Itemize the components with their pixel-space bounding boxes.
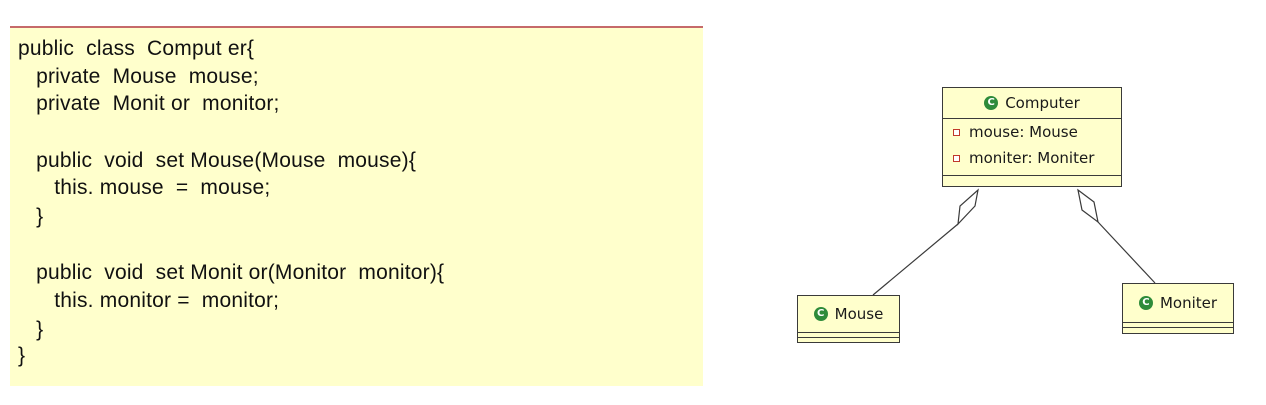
field-label: moniter: Moniter — [969, 149, 1095, 167]
class-icon: C — [984, 96, 999, 110]
class-divider — [943, 175, 1121, 176]
class-computer-name: Computer — [1005, 94, 1080, 112]
field-label: mouse: Mouse — [969, 123, 1078, 141]
aggregation-diamond-mouse — [957, 188, 979, 226]
class-icon: C — [1138, 296, 1153, 310]
private-field-icon — [953, 128, 960, 136]
uml-connectors — [872, 188, 1156, 296]
field-mouse: mouse: Mouse — [943, 119, 1121, 145]
class-icon: C — [813, 307, 828, 321]
field-moniter: moniter: Moniter — [943, 145, 1121, 171]
class-divider — [1123, 322, 1233, 323]
class-mouse-header: C Mouse — [798, 296, 899, 332]
class-moniter[interactable]: C Moniter — [1122, 283, 1234, 334]
class-moniter-header: C Moniter — [1123, 284, 1233, 322]
class-divider — [798, 332, 899, 333]
aggregation-diamond-moniter — [1077, 188, 1099, 224]
class-computer-header: C Computer — [943, 88, 1121, 118]
private-field-icon — [953, 154, 960, 162]
aggregation-line-moniter — [1097, 221, 1156, 284]
class-mouse-name: Mouse — [834, 305, 884, 323]
class-divider — [798, 337, 899, 338]
class-mouse[interactable]: C Mouse — [797, 295, 900, 343]
aggregation-line-mouse — [872, 223, 959, 296]
class-moniter-name: Moniter — [1159, 294, 1218, 312]
class-computer[interactable]: C Computer mouse: Mouse moniter: Moniter — [942, 87, 1122, 187]
class-divider — [1123, 327, 1233, 328]
